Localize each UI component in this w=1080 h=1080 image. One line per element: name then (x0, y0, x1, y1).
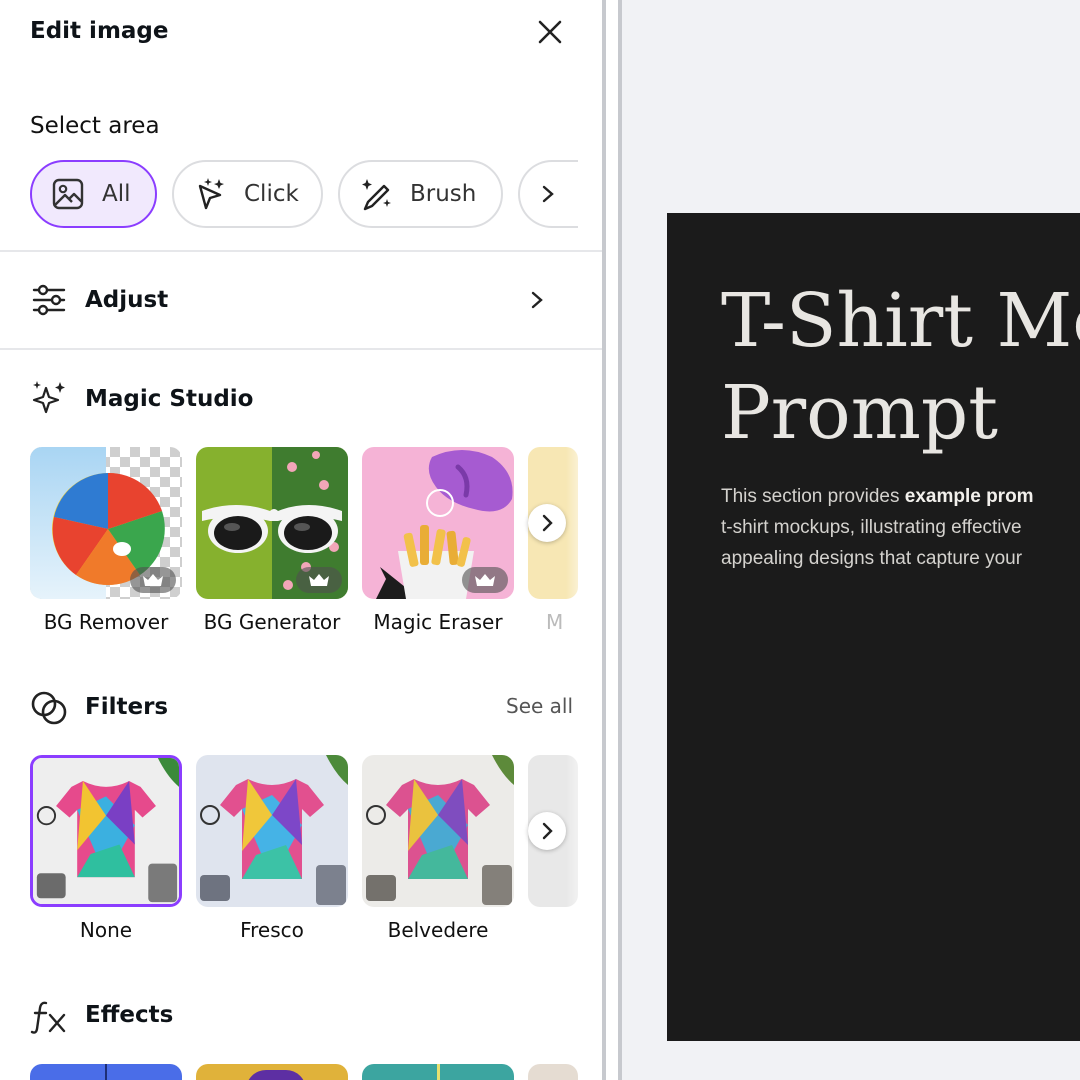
chevron-right-icon (542, 185, 554, 203)
filter-none-label: None (79, 918, 133, 942)
chevron-right-icon (531, 291, 543, 309)
tshirt-thumbnail (196, 755, 348, 907)
sliders-icon (32, 284, 66, 316)
slide-title: T-Shirt Mo Prompt (721, 278, 1080, 456)
effects-label: Effects (85, 1002, 174, 1028)
premium-crown-badge (462, 567, 508, 593)
tshirt-thumbnail (362, 755, 514, 907)
panel-resize-divider[interactable] (602, 0, 622, 1080)
bg-generator-tile[interactable] (196, 447, 348, 599)
slide-body-text: This section provides example prom t-shi… (721, 481, 1080, 574)
edit-image-panel: Edit image Select area All Click Brush A… (0, 0, 602, 1080)
premium-crown-badge (130, 567, 176, 593)
select-brush-button[interactable]: Brush (338, 160, 503, 228)
image-icon (52, 178, 84, 210)
slide-body-text-part: This section provides (721, 486, 905, 507)
filter-belvedere-tile[interactable] (362, 755, 514, 907)
magic-cursor-icon (198, 178, 224, 210)
filters-see-all-link[interactable]: See all (506, 694, 573, 718)
scroll-fade (566, 440, 602, 640)
select-all-button[interactable]: All (30, 160, 157, 228)
filter-belvedere-label: Belvedere (387, 918, 489, 942)
close-icon[interactable] (532, 14, 568, 50)
slide-body-bold-text: example prom (904, 486, 1034, 507)
adjust-row[interactable]: Adjust (0, 252, 602, 348)
chevron-right-icon (542, 822, 553, 840)
design-slide[interactable]: T-Shirt Mo Prompt This section provides … (667, 213, 1080, 1041)
slide-body-text-line: appealing designs that capture your (721, 548, 1023, 569)
select-brush-label: Brush (410, 181, 477, 207)
filter-none-tile[interactable] (30, 755, 182, 907)
tshirt-thumbnail (33, 758, 179, 904)
filter-fresco-tile[interactable] (196, 755, 348, 907)
filters-icon (31, 691, 67, 725)
filters-label: Filters (85, 694, 169, 720)
divider (0, 348, 602, 350)
select-area-label: Select area (30, 113, 160, 139)
bg-remover-tile[interactable] (30, 447, 182, 599)
fx-icon (30, 1001, 66, 1034)
panel-title: Edit image (30, 18, 169, 44)
scroll-fade (566, 750, 602, 950)
magic-studio-label: Magic Studio (85, 386, 254, 412)
select-all-label: All (102, 181, 131, 207)
bg-generator-label: BG Generator (203, 610, 341, 634)
select-click-label: Click (244, 181, 299, 207)
select-more-button[interactable] (518, 160, 578, 228)
magic-brush-icon (362, 179, 391, 211)
magic-eraser-tile[interactable] (362, 447, 514, 599)
crown-icon (475, 574, 495, 586)
select-click-button[interactable]: Click (172, 160, 323, 228)
magic-studio-scroll-right-button[interactable] (528, 504, 566, 542)
effect-tile[interactable] (30, 1064, 182, 1080)
adjust-label: Adjust (85, 287, 169, 313)
crown-icon (309, 574, 329, 586)
effect-tile[interactable] (362, 1064, 514, 1080)
chevron-right-icon (542, 514, 553, 532)
effect-tile-partial[interactable] (528, 1064, 578, 1080)
crown-icon (143, 574, 163, 586)
slide-body-text-line: t-shirt mockups, illustrating effective (721, 517, 1022, 538)
magic-eraser-label: Magic Eraser (373, 610, 503, 634)
premium-crown-badge (296, 567, 342, 593)
sparkles-icon (32, 381, 65, 414)
bg-remover-label: BG Remover (43, 610, 169, 634)
filters-scroll-right-button[interactable] (528, 812, 566, 850)
filter-fresco-label: Fresco (240, 918, 304, 942)
effect-tile[interactable] (196, 1064, 348, 1080)
